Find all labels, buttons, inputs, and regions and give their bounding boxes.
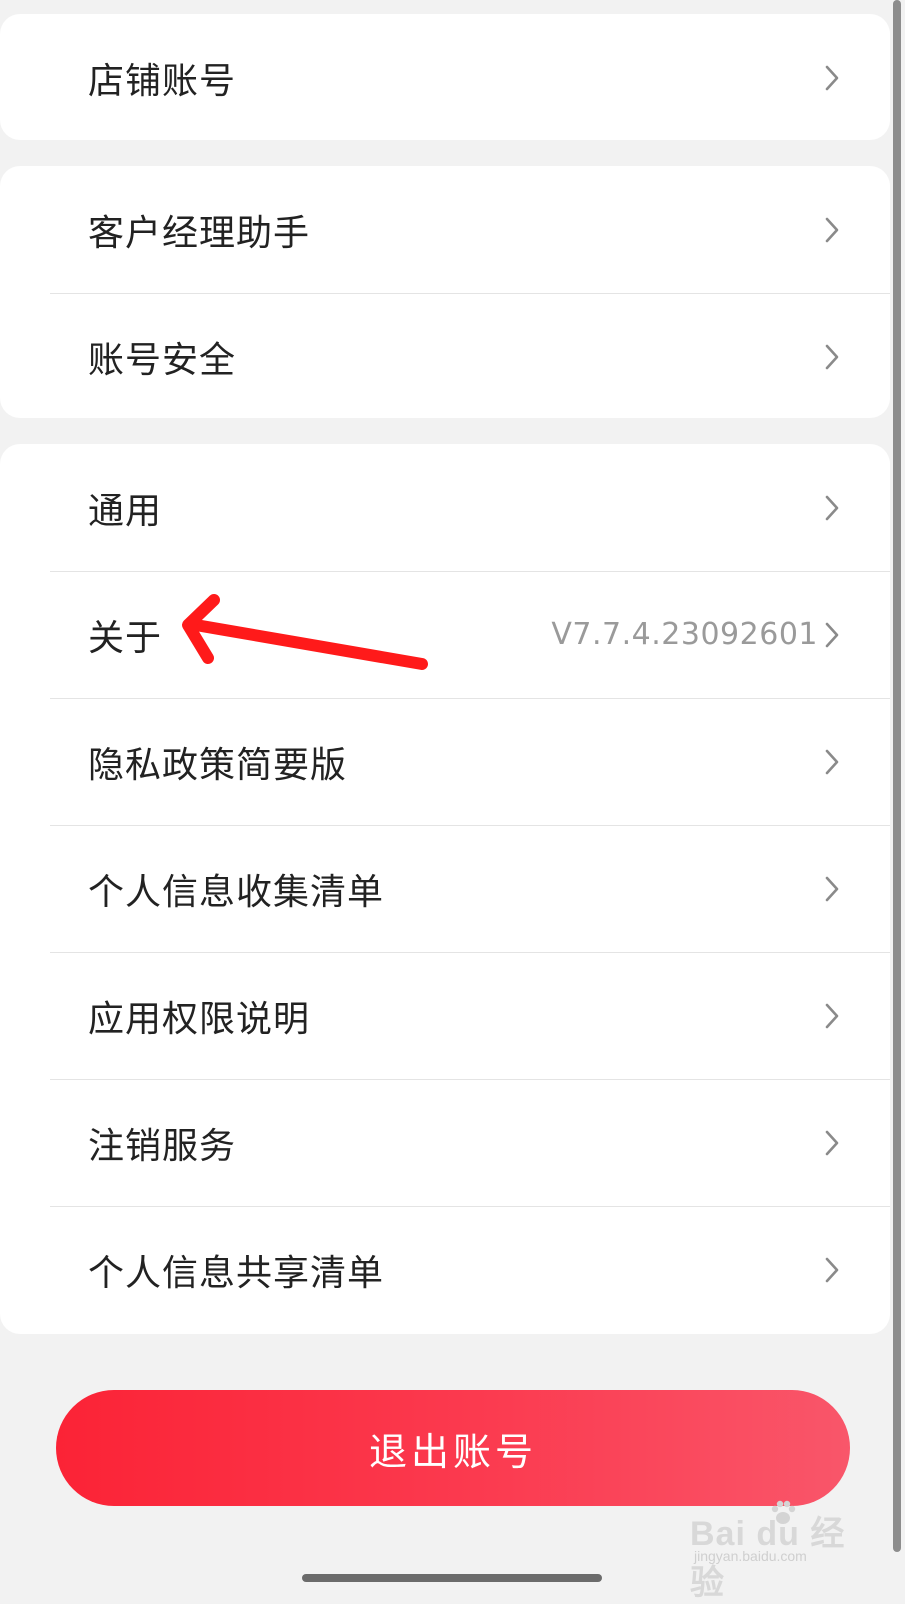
settings-item-account-security[interactable]: 账号安全 — [0, 293, 890, 420]
settings-item-label: 注销服务 — [88, 1125, 237, 1167]
settings-group-general: 通用 关于 V7.7.4.23092601 隐私政策简要版 个人信息收集清单 应… — [0, 444, 890, 1334]
chevron-right-icon — [825, 495, 839, 520]
settings-item-label: 账号安全 — [88, 339, 237, 381]
settings-item-deactivate-service[interactable]: 注销服务 — [0, 1079, 890, 1206]
home-indicator[interactable] — [302, 1574, 602, 1582]
chevron-right-icon — [825, 1003, 839, 1028]
settings-item-general[interactable]: 通用 — [0, 444, 890, 571]
settings-group-store: 店铺账号 — [0, 14, 890, 140]
settings-item-label: 应用权限说明 — [88, 998, 311, 1040]
settings-item-label: 店铺账号 — [88, 60, 237, 102]
chevron-right-icon — [825, 622, 839, 647]
chevron-right-icon — [825, 876, 839, 901]
chevron-right-icon — [825, 344, 839, 369]
settings-item-store-account[interactable]: 店铺账号 — [0, 14, 890, 141]
settings-item-label: 个人信息共享清单 — [88, 1252, 385, 1294]
chevron-right-icon — [825, 217, 839, 242]
chevron-right-icon — [825, 1130, 839, 1155]
chevron-right-icon — [825, 749, 839, 774]
baidu-jingyan-watermark: Bai du 经验 jingyan.baidu.com — [690, 1500, 865, 1602]
scrollbar[interactable] — [893, 0, 901, 1552]
settings-item-privacy-summary[interactable]: 隐私政策简要版 — [0, 698, 890, 825]
settings-item-label: 通用 — [88, 490, 163, 532]
settings-item-app-permissions[interactable]: 应用权限说明 — [0, 952, 890, 1079]
settings-item-label: 关于 — [88, 617, 163, 659]
settings-item-label: 客户经理助手 — [88, 212, 311, 254]
watermark-site: jingyan.baidu.com — [694, 1548, 807, 1564]
chevron-right-icon — [825, 1257, 839, 1282]
chevron-right-icon — [825, 65, 839, 90]
settings-item-label: 隐私政策简要版 — [88, 744, 348, 786]
settings-group-account: 客户经理助手 账号安全 — [0, 166, 890, 418]
settings-item-account-manager[interactable]: 客户经理助手 — [0, 166, 890, 293]
app-version-value: V7.7.4.23092601 — [551, 617, 818, 652]
settings-item-about[interactable]: 关于 V7.7.4.23092601 — [0, 571, 890, 698]
logout-button[interactable]: 退出账号 — [56, 1390, 850, 1506]
settings-item-personal-info-collection[interactable]: 个人信息收集清单 — [0, 825, 890, 952]
settings-item-personal-info-sharing[interactable]: 个人信息共享清单 — [0, 1206, 890, 1333]
settings-item-label: 个人信息收集清单 — [88, 871, 385, 913]
